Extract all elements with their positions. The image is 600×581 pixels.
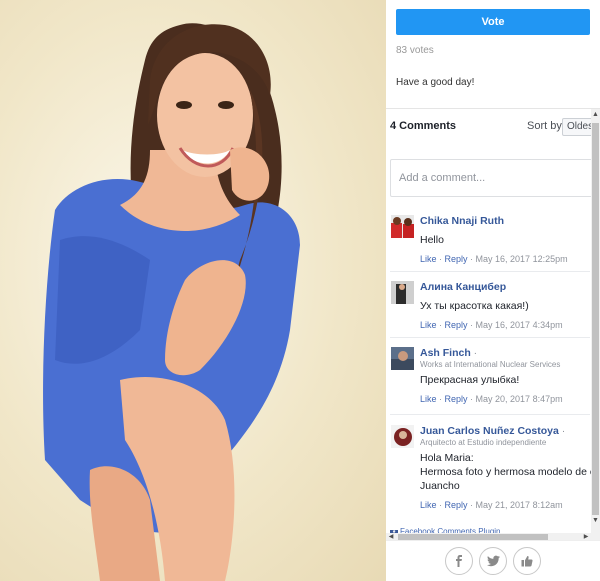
commenter-name-text[interactable]: Juan Carlos Nuñez Costoya (420, 425, 559, 437)
like-link[interactable]: Like (420, 500, 437, 510)
scroll-down-icon[interactable]: ▼ (591, 515, 600, 527)
scroll-right-icon[interactable]: ▶ (581, 533, 591, 540)
like-link[interactable]: Like (420, 320, 437, 330)
comment-date[interactable]: May 20, 2017 8:47pm (476, 394, 563, 404)
comment-actions: Like · Reply · May 20, 2017 8:47pm (420, 394, 563, 404)
avatar[interactable] (391, 215, 414, 238)
photo-caption: Have a good day! (396, 77, 475, 88)
divider (390, 337, 590, 338)
like-link[interactable]: Like (420, 394, 437, 404)
comment-count: 4 Comments (390, 120, 457, 132)
vertical-scroll-thumb[interactable] (592, 123, 599, 515)
comment-line: Hola Maria: (420, 452, 474, 464)
commenter-subtitle: Works at International Nuclear Services (420, 360, 561, 369)
scroll-up-icon[interactable]: ▲ (591, 109, 600, 121)
avatar[interactable] (391, 281, 414, 304)
avatar[interactable] (391, 347, 414, 370)
sort-label: Sort by (527, 120, 562, 132)
side-panel: Vote 83 votes Have a good day! 4 Comment… (386, 0, 600, 581)
comment-line: Hermosa foto y hermosa modelo de c (420, 466, 591, 478)
commenter-name[interactable]: Алина Канцибер (420, 281, 591, 293)
comments-header: 4 Comments Sort by Oldest (390, 118, 591, 138)
comment-text: Hola Maria: Hermosa foto y hermosa model… (420, 451, 591, 493)
commenter-subtitle: Arquitecto at Estudio independiente (420, 438, 547, 447)
comment-line: Juancho (420, 480, 460, 492)
reply-link[interactable]: Reply (445, 394, 468, 404)
avatar[interactable] (391, 425, 414, 448)
comment-actions: Like · Reply · May 16, 2017 4:34pm (420, 320, 563, 330)
share-bar (386, 540, 600, 581)
reply-link[interactable]: Reply (445, 500, 468, 510)
commenter-name[interactable]: Juan Carlos Nuñez Costoya · (420, 425, 591, 437)
comment-actions: Like · Reply · May 16, 2017 12:25pm (420, 254, 568, 264)
add-comment-input[interactable]: Add a comment... (390, 159, 591, 197)
comment-text: Hello (420, 234, 444, 246)
comment-actions: Like · Reply · May 21, 2017 8:12am (420, 500, 563, 510)
twitter-icon[interactable] (479, 547, 507, 575)
commenter-name[interactable]: Ash Finch · (420, 347, 591, 359)
comment-date[interactable]: May 21, 2017 8:12am (476, 500, 563, 510)
facebook-comments-frame: 4 Comments Sort by Oldest Add a comment.… (386, 108, 600, 540)
like-icon[interactable] (513, 547, 541, 575)
horizontal-scrollbar[interactable]: ◀ ▶ (386, 533, 591, 540)
like-link[interactable]: Like (420, 254, 437, 264)
reply-link[interactable]: Reply (445, 320, 468, 330)
comments-content: 4 Comments Sort by Oldest Add a comment.… (386, 109, 591, 540)
vote-count: 83 votes (396, 45, 434, 56)
facebook-icon[interactable] (445, 547, 473, 575)
commenter-name[interactable]: Chika Nnaji Ruth (420, 215, 591, 227)
comment-text: Прекрасная улыбка! (420, 374, 520, 386)
portrait-image (43, 23, 300, 581)
divider (390, 414, 590, 415)
comment-date[interactable]: May 16, 2017 4:34pm (476, 320, 563, 330)
reply-link[interactable]: Reply (445, 254, 468, 264)
comment-text: Ух ты красотка какая!) (420, 300, 529, 312)
vertical-scrollbar[interactable]: ▲ ▼ (591, 109, 600, 540)
divider (390, 271, 590, 272)
photo (0, 0, 386, 581)
commenter-name-text[interactable]: Ash Finch (420, 347, 471, 359)
vote-button[interactable]: Vote (396, 9, 590, 35)
comment-date[interactable]: May 16, 2017 12:25pm (476, 254, 568, 264)
sort-select[interactable]: Oldest (562, 118, 591, 136)
scroll-left-icon[interactable]: ◀ (386, 533, 396, 540)
